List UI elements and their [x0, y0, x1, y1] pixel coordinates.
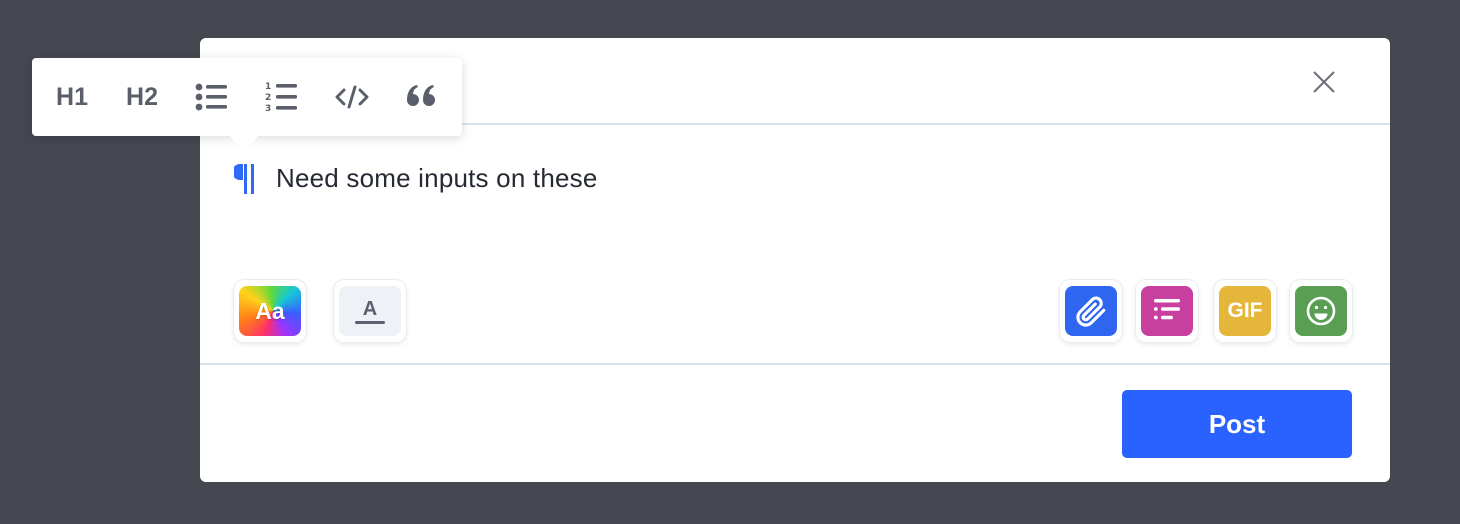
- code-button[interactable]: [322, 58, 382, 136]
- quote-icon: [407, 85, 435, 106]
- editor-text[interactable]: Need some inputs on these: [276, 163, 598, 194]
- code-icon: [335, 85, 369, 109]
- svg-text:1: 1: [265, 82, 271, 92]
- close-button[interactable]: [1312, 70, 1336, 94]
- text-format-label: A: [362, 297, 378, 320]
- gif-icon: GIF: [1219, 286, 1271, 336]
- heading2-button[interactable]: H2: [112, 58, 172, 136]
- quote-button[interactable]: [392, 58, 452, 136]
- close-icon: [1313, 71, 1335, 93]
- bullet-list-button[interactable]: [182, 58, 242, 136]
- paperclip-icon: [1065, 286, 1117, 336]
- editor-area[interactable]: Need some inputs on these: [234, 160, 598, 196]
- svg-text:2: 2: [265, 93, 271, 103]
- underline-bar: [355, 320, 385, 324]
- svg-text:3: 3: [265, 104, 271, 113]
- text-format-button[interactable]: A: [334, 280, 406, 342]
- poll-button[interactable]: [1136, 280, 1198, 342]
- heading1-button[interactable]: H1: [42, 58, 102, 136]
- list-icon: [1141, 286, 1193, 336]
- format-toolbar: H1 H2 1 2 3: [32, 58, 462, 136]
- numbered-list-button[interactable]: 1 2 3: [252, 58, 312, 136]
- bullet-list-icon: [195, 83, 227, 111]
- text-style-icon: Aa: [239, 286, 301, 336]
- emoji-button[interactable]: [1290, 280, 1352, 342]
- smiley-icon: [1295, 286, 1347, 336]
- text-style-button[interactable]: Aa: [234, 280, 306, 342]
- numbered-list-icon: 1 2 3: [265, 82, 297, 113]
- attachment-button[interactable]: [1060, 280, 1122, 342]
- paragraph-icon: [234, 164, 254, 194]
- gif-button[interactable]: GIF: [1214, 280, 1276, 342]
- text-format-icon: A: [339, 286, 401, 336]
- post-button[interactable]: Post: [1122, 390, 1352, 458]
- modal-footer-divider: [200, 363, 1390, 365]
